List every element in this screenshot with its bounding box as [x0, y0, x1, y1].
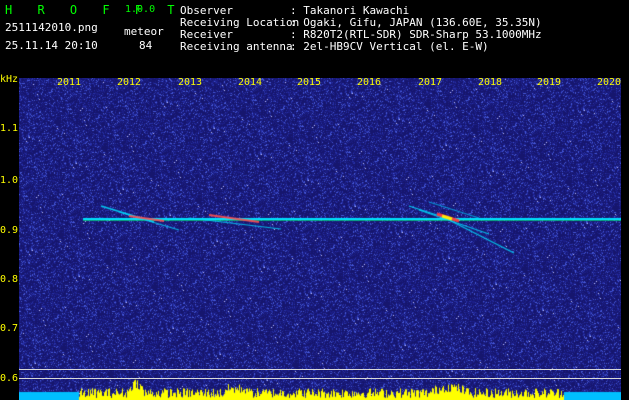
y-tick-label: 0.7	[0, 323, 19, 334]
x-tick-label: 2012	[116, 77, 142, 88]
x-tick-label: 2011	[56, 77, 82, 88]
spectrogram-canvas	[19, 78, 621, 400]
x-tick-label: 2015	[296, 77, 322, 88]
x-tick-label: 2020	[596, 77, 622, 88]
header-panel: H R O F F T 1.0.0 2511142010.png meteor …	[0, 0, 629, 74]
x-tick-label: 2014	[237, 77, 263, 88]
x-tick-label: 2019	[536, 77, 562, 88]
datetime-label: 25.11.14 20:10	[5, 39, 98, 52]
divider-line-lower	[19, 378, 621, 379]
y-tick-label: 1.0	[0, 175, 19, 186]
app-title: H R O F F T	[5, 3, 184, 17]
count-label: 84	[139, 39, 153, 52]
x-tick-label: 2016	[356, 77, 382, 88]
x-tick-label: 2018	[477, 77, 503, 88]
x-tick-label: 2017	[417, 77, 443, 88]
y-tick-label: 0.8	[0, 274, 19, 285]
y-tick-label: 0.6	[0, 373, 19, 384]
y-tick-label: 1.1	[0, 123, 19, 134]
x-tick-label: 2013	[177, 77, 203, 88]
mode-label: meteor	[124, 25, 164, 38]
app-version: 1.0.0	[125, 4, 156, 15]
divider-line-upper	[19, 369, 621, 370]
antenna-value: : 2el-HB9CV Vertical (el. E-W)	[290, 40, 489, 53]
file-name: 2511142010.png	[5, 21, 98, 34]
y-tick-label: 0.9	[0, 225, 19, 236]
antenna-label: Receiving antenna	[180, 40, 293, 53]
spectrogram-plot	[19, 78, 621, 400]
y-axis-unit: kHz	[0, 74, 19, 85]
